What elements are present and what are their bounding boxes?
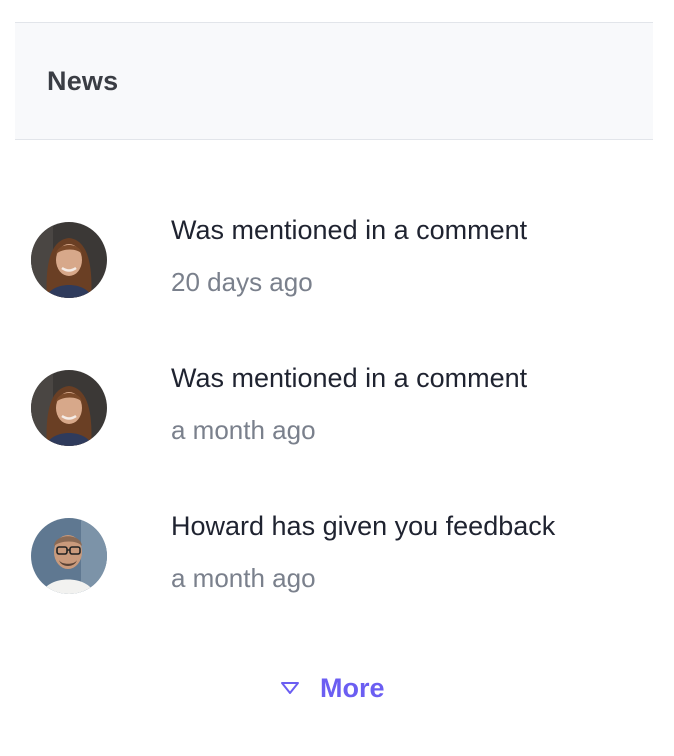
woman-portrait-icon <box>31 370 107 446</box>
more-label: More <box>320 672 385 703</box>
news-item[interactable]: Was mentioned in a comment 20 days ago <box>0 215 674 322</box>
news-title: Howard has given you feedback <box>171 511 556 541</box>
news-time: a month ago <box>171 415 316 445</box>
news-time: 20 days ago <box>171 267 313 297</box>
panel-title: News <box>47 65 119 96</box>
man-portrait-icon <box>31 518 107 594</box>
news-title: Was mentioned in a comment <box>171 215 528 245</box>
news-text: Was mentioned in a comment 20 days ago <box>171 210 527 302</box>
woman-portrait-icon <box>31 222 107 298</box>
news-title: Was mentioned in a comment <box>171 363 528 393</box>
more-button[interactable]: More <box>280 668 385 708</box>
news-text: Howard has given you feedback a month ag… <box>171 506 555 598</box>
avatar <box>31 370 107 446</box>
avatar <box>31 222 107 298</box>
news-item[interactable]: Was mentioned in a comment a month ago <box>0 363 674 470</box>
news-time: a month ago <box>171 563 316 593</box>
news-item[interactable]: Howard has given you feedback a month ag… <box>0 511 674 618</box>
news-panel: News <box>15 22 653 140</box>
news-panel-header: News <box>15 22 653 140</box>
avatar <box>31 518 107 594</box>
chevron-down-icon <box>281 682 299 694</box>
news-text: Was mentioned in a comment a month ago <box>171 358 527 450</box>
